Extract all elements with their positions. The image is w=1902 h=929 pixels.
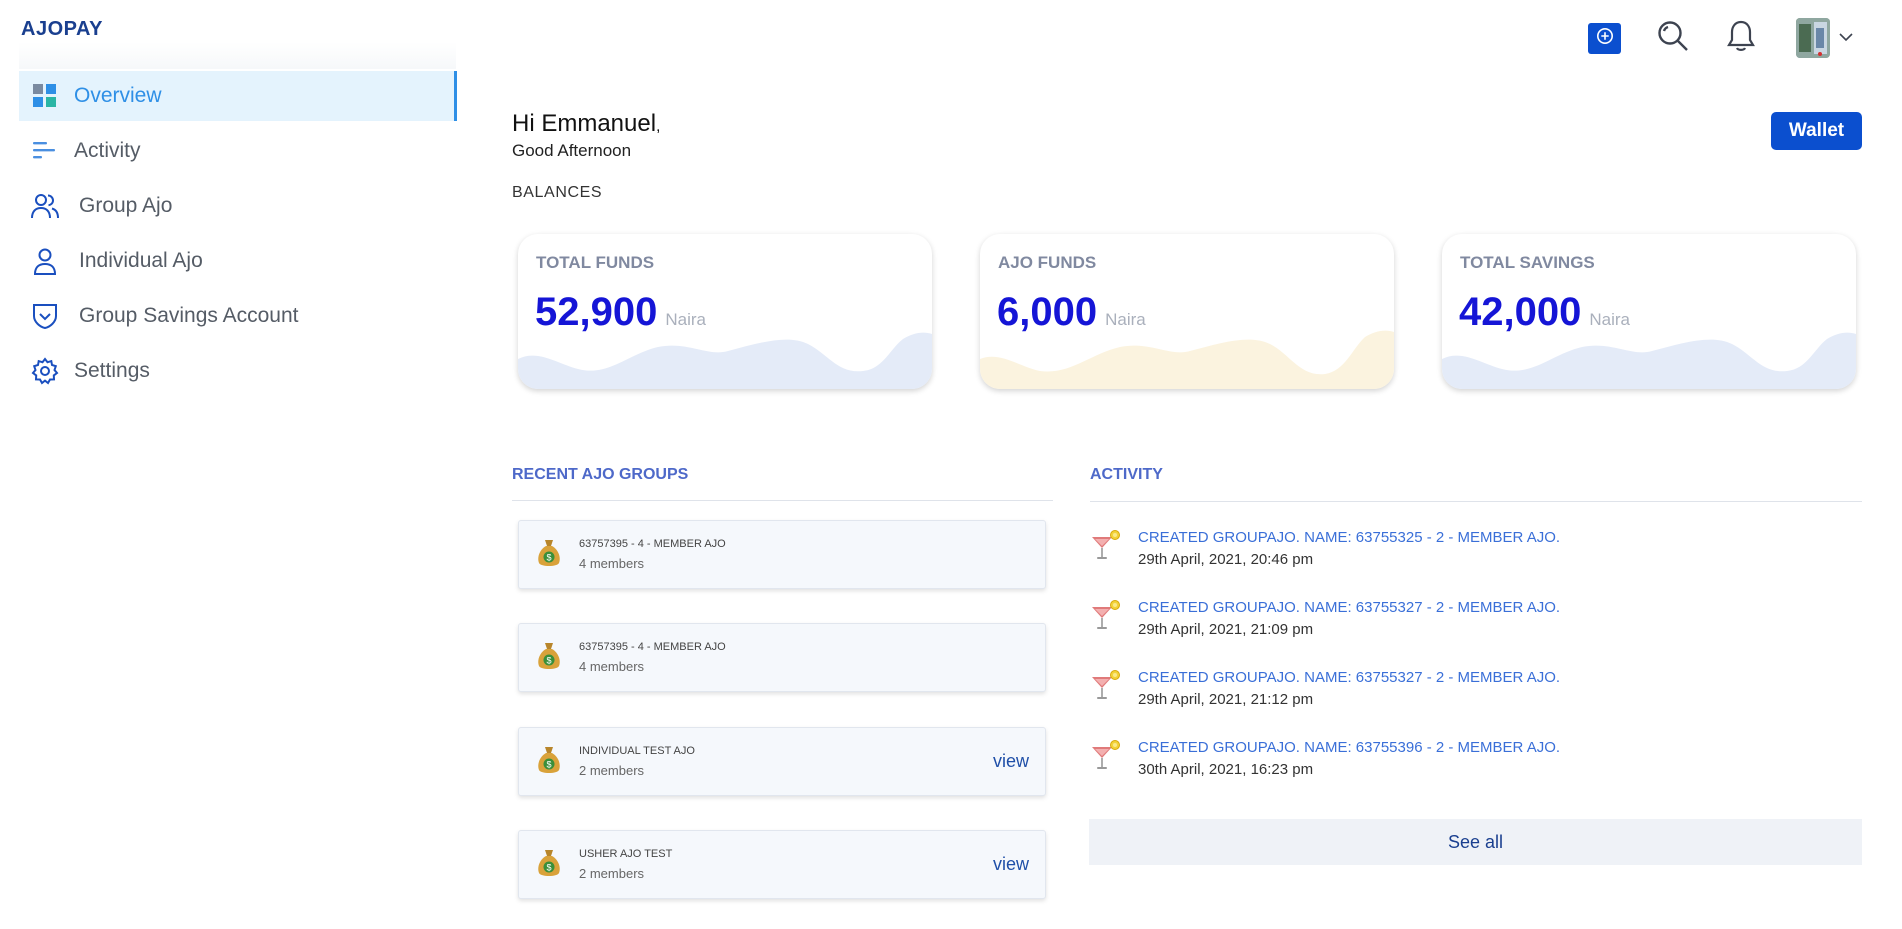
activity-text[interactable]: CREATED GROUPAJO. NAME: 63755396 - 2 - M… [1138, 739, 1560, 756]
svg-text:$: $ [546, 863, 551, 873]
add-button[interactable] [1588, 23, 1621, 54]
cocktail-icon [1089, 739, 1123, 773]
cocktail-icon [1089, 529, 1123, 563]
activity-date: 29th April, 2021, 21:12 pm [1138, 691, 1314, 708]
balance-amount-value: 52,900 [535, 290, 658, 334]
balance-card-wave [1442, 332, 1856, 389]
sidebar-nav: Overview Activity Group Ajo Individual A… [19, 71, 457, 401]
shield-check-icon [30, 301, 60, 331]
sidebar-item-label: Group Savings Account [79, 304, 299, 327]
see-all-button[interactable]: See all [1089, 819, 1862, 865]
sidebar-item-individual-ajo[interactable]: Individual Ajo [19, 236, 457, 286]
cocktail-icon [1089, 669, 1123, 703]
search-icon [1656, 19, 1690, 58]
users-icon [30, 191, 60, 221]
activity-date: 30th April, 2021, 16:23 pm [1138, 761, 1314, 778]
user-icon [30, 246, 60, 276]
balance-card-title: TOTAL FUNDS [536, 253, 655, 272]
sidebar: AJOPAY Overview Activity Group Ajo Indiv… [0, 0, 458, 929]
greeting-name: Hi Emmanuel, [512, 110, 661, 138]
sidebar-item-group-ajo[interactable]: Group Ajo [19, 181, 457, 231]
view-group-link[interactable]: view [993, 751, 1029, 772]
activity-text[interactable]: CREATED GROUPAJO. NAME: 63755327 - 2 - M… [1138, 669, 1560, 686]
balance-amount-value: 42,000 [1459, 290, 1582, 334]
svg-text:$: $ [546, 656, 551, 666]
money-bag-icon: $ [536, 641, 562, 671]
profile-menu-toggle[interactable] [1836, 28, 1856, 48]
activity-item: CREATED GROUPAJO. NAME: 63755325 - 2 - M… [1089, 529, 1789, 579]
avatar[interactable] [1796, 18, 1830, 58]
balance-amount-value: 6,000 [997, 290, 1098, 334]
money-bag-icon: $ [536, 745, 562, 775]
group-card[interactable]: $ 63757395 - 4 - MEMBER AJO 4 members [518, 623, 1046, 692]
balance-card-total-savings: TOTAL SAVINGS 42,000 Naira [1442, 234, 1856, 389]
balance-card-wave [518, 332, 932, 389]
sidebar-item-activity[interactable]: Activity [19, 126, 457, 176]
balance-amount-unit: Naira [1105, 310, 1146, 329]
activity-date: 29th April, 2021, 21:09 pm [1138, 621, 1314, 638]
search-button[interactable] [1655, 20, 1691, 56]
activity-date: 29th April, 2021, 20:46 pm [1138, 551, 1314, 568]
activity-divider [1090, 501, 1862, 502]
balance-card-title: TOTAL SAVINGS [1460, 253, 1595, 272]
group-card[interactable]: $ INDIVIDUAL TEST AJO 2 members view [518, 727, 1046, 796]
group-name: USHER AJO TEST [579, 848, 673, 860]
recent-groups-divider [512, 500, 1053, 501]
svg-text:$: $ [546, 553, 551, 563]
plus-circle-icon [1596, 27, 1614, 50]
money-bag-icon: $ [536, 848, 562, 878]
activity-text[interactable]: CREATED GROUPAJO. NAME: 63755325 - 2 - M… [1138, 529, 1560, 546]
activity-text[interactable]: CREATED GROUPAJO. NAME: 63755327 - 2 - M… [1138, 599, 1560, 616]
sidebar-item-label: Overview [74, 84, 162, 107]
balance-card-ajo-funds: AJO FUNDS 6,000 Naira [980, 234, 1394, 389]
sidebar-item-group-savings-account[interactable]: Group Savings Account [19, 291, 457, 341]
group-members: 2 members [579, 866, 645, 881]
bell-icon [1726, 19, 1756, 58]
sidebar-item-overview[interactable]: Overview [19, 71, 457, 121]
group-card[interactable]: $ USHER AJO TEST 2 members view [518, 830, 1046, 899]
greeting-punct: , [656, 118, 661, 135]
group-name: INDIVIDUAL TEST AJO [579, 745, 695, 757]
group-members: 4 members [579, 556, 645, 571]
chevron-down-icon [1838, 29, 1854, 47]
activity-item: CREATED GROUPAJO. NAME: 63755396 - 2 - M… [1089, 739, 1789, 789]
balance-amount-unit: Naira [1589, 310, 1630, 329]
balance-card-total-funds: TOTAL FUNDS 52,900 Naira [518, 234, 932, 389]
svg-text:$: $ [546, 760, 551, 770]
grid-icon [30, 81, 60, 111]
gear-icon [30, 356, 60, 386]
money-bag-icon: $ [536, 538, 562, 568]
balances-heading: BALANCES [512, 184, 603, 201]
balance-card-wave [980, 330, 1394, 389]
sidebar-item-settings[interactable]: Settings [19, 346, 457, 396]
sidebar-item-label: Individual Ajo [79, 249, 203, 272]
sidebar-item-label: Activity [74, 139, 141, 162]
group-members: 4 members [579, 659, 645, 674]
app-logo[interactable]: AJOPAY [21, 18, 103, 41]
activity-title: ACTIVITY [1090, 466, 1163, 483]
view-group-link[interactable]: view [993, 854, 1029, 875]
sidebar-item-label: Settings [74, 359, 150, 382]
group-card[interactable]: $ 63757395 - 4 - MEMBER AJO 4 members [518, 520, 1046, 589]
notifications-button[interactable] [1723, 20, 1759, 56]
greeting-subtitle: Good Afternoon [512, 141, 632, 160]
balance-card-title: AJO FUNDS [998, 253, 1097, 272]
balance-amount-unit: Naira [665, 310, 706, 329]
group-name: 63757395 - 4 - MEMBER AJO [579, 641, 726, 653]
logo-divider [19, 42, 456, 69]
group-name: 63757395 - 4 - MEMBER AJO [579, 538, 726, 550]
cocktail-icon [1089, 599, 1123, 633]
activity-item: CREATED GROUPAJO. NAME: 63755327 - 2 - M… [1089, 669, 1789, 719]
sidebar-item-label: Group Ajo [79, 194, 173, 217]
greeting-name-text: Hi Emmanuel [512, 110, 657, 137]
wallet-button[interactable]: Wallet [1771, 112, 1862, 150]
activity-lines-icon [30, 136, 60, 166]
group-members: 2 members [579, 763, 645, 778]
recent-ajo-groups-title: RECENT AJO GROUPS [512, 466, 689, 483]
activity-item: CREATED GROUPAJO. NAME: 63755327 - 2 - M… [1089, 599, 1789, 649]
